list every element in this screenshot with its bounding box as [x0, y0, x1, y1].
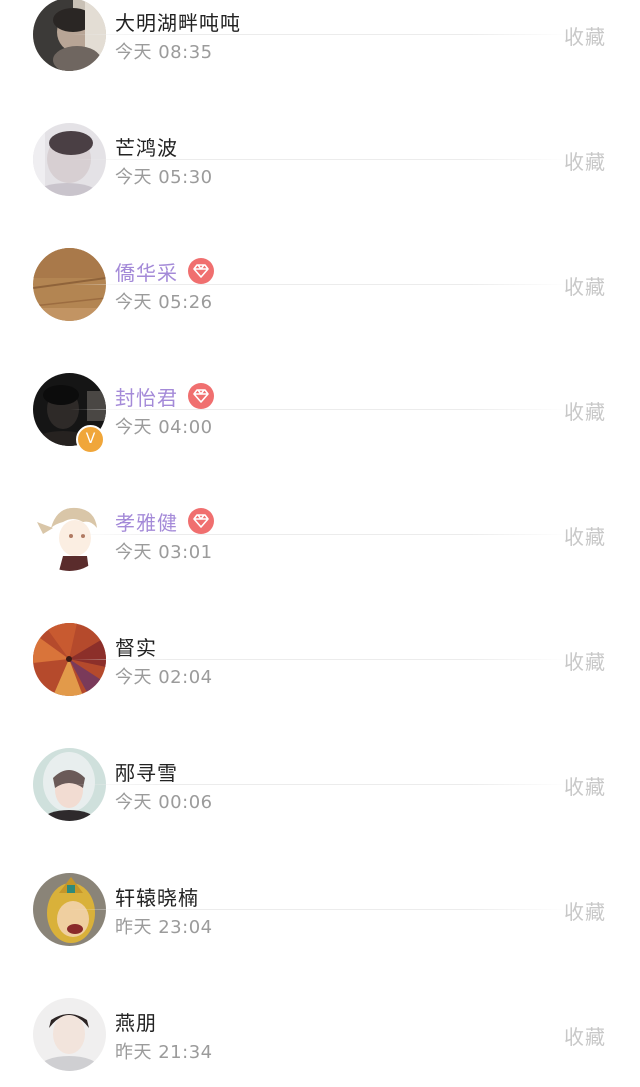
- list-item[interactable]: 督实 今天 02:04 收藏: [0, 535, 640, 696]
- list-item[interactable]: 芒鸿波 今天 05:30 收藏: [0, 35, 640, 196]
- favorite-button[interactable]: 收藏: [564, 1021, 606, 1050]
- user-name[interactable]: 轩辕晓楠: [115, 882, 199, 911]
- list-item[interactable]: 燕朋 昨天 21:34 收藏: [0, 910, 640, 1071]
- diamond-icon: [188, 258, 214, 284]
- list-item[interactable]: 轩辕晓楠 昨天 23:04 收藏: [0, 785, 640, 946]
- avatar[interactable]: [33, 998, 106, 1071]
- diamond-icon: [188, 383, 214, 409]
- list-item[interactable]: 邴寻雪 今天 00:06 收藏: [0, 660, 640, 821]
- list-item[interactable]: 僑华采 今天 05:26 收藏: [0, 160, 640, 321]
- user-name[interactable]: 燕朋: [115, 1007, 157, 1036]
- user-name[interactable]: 大明湖畔吨吨: [115, 7, 241, 36]
- visitor-list: 大明湖畔吨吨 今天 08:35 收藏 芒鸿波 今天 05:30 收藏 僑华采 今…: [0, 0, 640, 1071]
- list-item[interactable]: 大明湖畔吨吨 今天 08:35 收藏: [0, 0, 640, 71]
- user-name[interactable]: 孝雅健: [115, 507, 178, 536]
- list-item[interactable]: 孝雅健 今天 03:01 收藏: [0, 410, 640, 571]
- diamond-icon: [188, 508, 214, 534]
- visit-time: 昨天 21:34: [115, 1042, 213, 1063]
- user-name[interactable]: 封怡君: [115, 382, 178, 411]
- user-name[interactable]: 督实: [115, 632, 157, 661]
- user-name[interactable]: 邴寻雪: [115, 757, 178, 786]
- user-name[interactable]: 芒鸿波: [115, 132, 178, 161]
- user-name[interactable]: 僑华采: [115, 257, 178, 286]
- list-item[interactable]: V 封怡君 今天 04:00 收藏: [0, 285, 640, 454]
